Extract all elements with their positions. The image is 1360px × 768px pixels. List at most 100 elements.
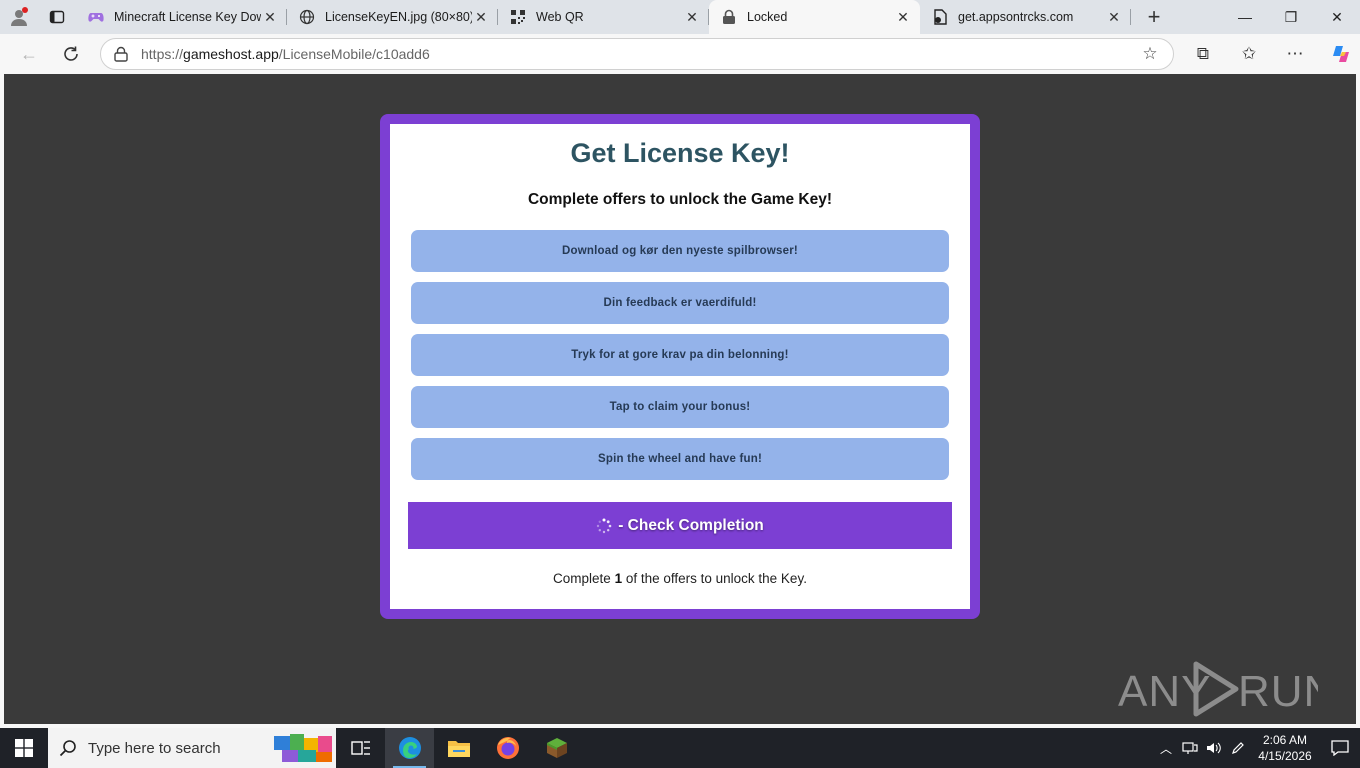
taskbar-file-explorer[interactable]	[434, 728, 483, 768]
reload-button[interactable]	[50, 34, 92, 74]
restore-button[interactable]: ❐	[1268, 0, 1314, 34]
profile-button[interactable]	[0, 0, 38, 34]
offer-button[interactable]: Download og kør den nyeste spilbrowser!	[411, 230, 949, 272]
folder-icon	[447, 741, 470, 757]
tab-actions-button[interactable]	[38, 0, 76, 34]
copilot-button[interactable]	[1318, 34, 1360, 74]
taskbar-firefox[interactable]	[483, 728, 532, 768]
clock-time: 2:06 AM	[1262, 733, 1308, 747]
tab-title: get.appsontrcks.com	[958, 10, 1074, 24]
svg-text:RUN: RUN	[1238, 667, 1318, 716]
task-view-icon	[350, 741, 370, 755]
back-arrow-icon: ←	[20, 43, 38, 64]
toolbar-right: ⧉ ✩ ⋯	[1180, 34, 1360, 74]
tab-title: Minecraft License Key Downl	[114, 10, 261, 24]
license-card-body: Get License Key! Complete offers to unlo…	[390, 124, 970, 609]
tab-actions-icon	[49, 10, 65, 24]
qr-icon	[510, 9, 526, 25]
minimize-icon: —	[1238, 9, 1252, 25]
hint-suffix: of the offers to unlock the Key.	[622, 571, 807, 586]
tab-minecraft[interactable]: Minecraft License Key Downl ✕	[76, 0, 287, 34]
anyrun-watermark-logo: ANY RUN	[1118, 661, 1318, 717]
favorites-button[interactable]: ✩	[1226, 34, 1272, 74]
site-info-icon[interactable]	[101, 46, 141, 62]
globe-icon	[299, 9, 315, 25]
taskbar-search[interactable]: Type here to search	[48, 728, 336, 768]
tab-strip: Minecraft License Key Downl ✕ LicenseKey…	[0, 0, 1360, 34]
taskbar: Type here to search ︿ 2:06 AM 4/15/2026	[0, 728, 1360, 768]
offer-button[interactable]: Tap to claim your bonus!	[411, 386, 949, 428]
tab-appsontrcks[interactable]: get.appsontrcks.com ✕	[920, 0, 1131, 34]
tab-title: LicenseKeyEN.jpg (80×80)	[325, 10, 472, 24]
offer-button[interactable]: Spin the wheel and have fun!	[411, 438, 949, 480]
search-highlight-puzzle-icon	[274, 734, 332, 762]
check-completion-label: - Check Completion	[618, 516, 764, 534]
check-completion-button[interactable]: - Check Completion	[408, 502, 952, 549]
notification-icon	[1331, 740, 1349, 756]
tab-web-qr[interactable]: Web QR ✕	[498, 0, 709, 34]
search-icon	[48, 739, 88, 757]
minecraft-grass-block-icon	[546, 738, 567, 758]
lock-icon	[721, 9, 737, 25]
tab-licensekey-image[interactable]: LicenseKeyEN.jpg (80×80) ✕	[287, 0, 498, 34]
start-button[interactable]	[0, 728, 48, 768]
plus-icon: +	[1147, 4, 1161, 29]
minimize-button[interactable]: —	[1222, 0, 1268, 34]
search-placeholder: Type here to search	[88, 739, 221, 757]
spinner-icon	[597, 518, 612, 533]
clock[interactable]: 2:06 AM 4/15/2026	[1256, 732, 1314, 764]
completion-hint: Complete 1 of the offers to unlock the K…	[390, 571, 970, 586]
window-controls: — ❐ ✕	[1222, 0, 1360, 34]
menu-button[interactable]: ⋯	[1272, 34, 1318, 74]
page-icon	[932, 9, 948, 25]
back-button[interactable]: ←	[8, 34, 50, 74]
close-icon[interactable]: ✕	[1105, 8, 1123, 26]
puzzle-icon: ⧉	[1196, 44, 1210, 63]
close-icon[interactable]: ✕	[894, 8, 912, 26]
taskbar-edge[interactable]	[385, 728, 434, 768]
url-text: https://gameshost.app/LicenseMobile/c10a…	[141, 46, 1127, 62]
offer-button[interactable]: Tryk for at gore krav pa din belonning!	[411, 334, 949, 376]
hint-count: 1	[614, 571, 623, 586]
gamepad-icon	[88, 9, 104, 25]
browser-toolbar: ← https://gameshost.app/LicenseMobile/c1…	[0, 34, 1360, 74]
tab-title: Locked	[747, 10, 788, 24]
page-title: Get License Key!	[570, 138, 790, 168]
url-host: gameshost.app	[183, 46, 279, 62]
system-tray: ︿ 2:06 AM 4/15/2026	[1154, 728, 1360, 768]
task-view-button[interactable]	[336, 728, 385, 768]
restore-icon: ❐	[1284, 8, 1298, 25]
extensions-button[interactable]: ⧉	[1180, 34, 1226, 74]
page-subtitle: Complete offers to unlock the Game Key!	[527, 191, 833, 208]
tab-title: Web QR	[536, 10, 584, 24]
notifications-button[interactable]	[1320, 740, 1360, 756]
volume-icon[interactable]	[1202, 741, 1226, 755]
tab-locked[interactable]: Locked ✕	[709, 0, 920, 34]
new-tab-button[interactable]: +	[1131, 0, 1177, 34]
address-bar[interactable]: https://gameshost.app/LicenseMobile/c10a…	[100, 38, 1174, 70]
close-icon[interactable]: ✕	[683, 8, 701, 26]
reload-icon	[64, 46, 78, 61]
firefox-icon	[496, 737, 519, 759]
edge-icon	[398, 737, 421, 759]
hint-prefix: Complete	[553, 571, 615, 586]
profile-icon	[11, 7, 28, 26]
close-icon: ✕	[1331, 8, 1343, 25]
close-icon[interactable]: ✕	[261, 8, 279, 26]
windows-logo-icon	[15, 739, 33, 757]
copilot-icon	[1333, 46, 1349, 62]
favorites-icon: ✩	[1241, 44, 1257, 63]
url-scheme: https://	[141, 46, 184, 62]
license-card: Get License Key! Complete offers to unlo…	[380, 114, 980, 619]
close-icon[interactable]: ✕	[472, 8, 490, 26]
clock-date: 4/15/2026	[1258, 749, 1312, 763]
show-hidden-icons-button[interactable]: ︿	[1154, 740, 1178, 757]
favorite-star-icon[interactable]: ☆	[1127, 44, 1173, 64]
pen-icon[interactable]	[1226, 741, 1250, 755]
close-window-button[interactable]: ✕	[1314, 0, 1360, 34]
network-icon[interactable]	[1178, 741, 1202, 755]
offer-button[interactable]: Din feedback er vaerdifuld!	[411, 282, 949, 324]
page-viewport: Get License Key! Complete offers to unlo…	[4, 74, 1356, 724]
taskbar-minecraft[interactable]	[532, 728, 581, 768]
url-path: /LicenseMobile/c10add6	[278, 46, 430, 62]
